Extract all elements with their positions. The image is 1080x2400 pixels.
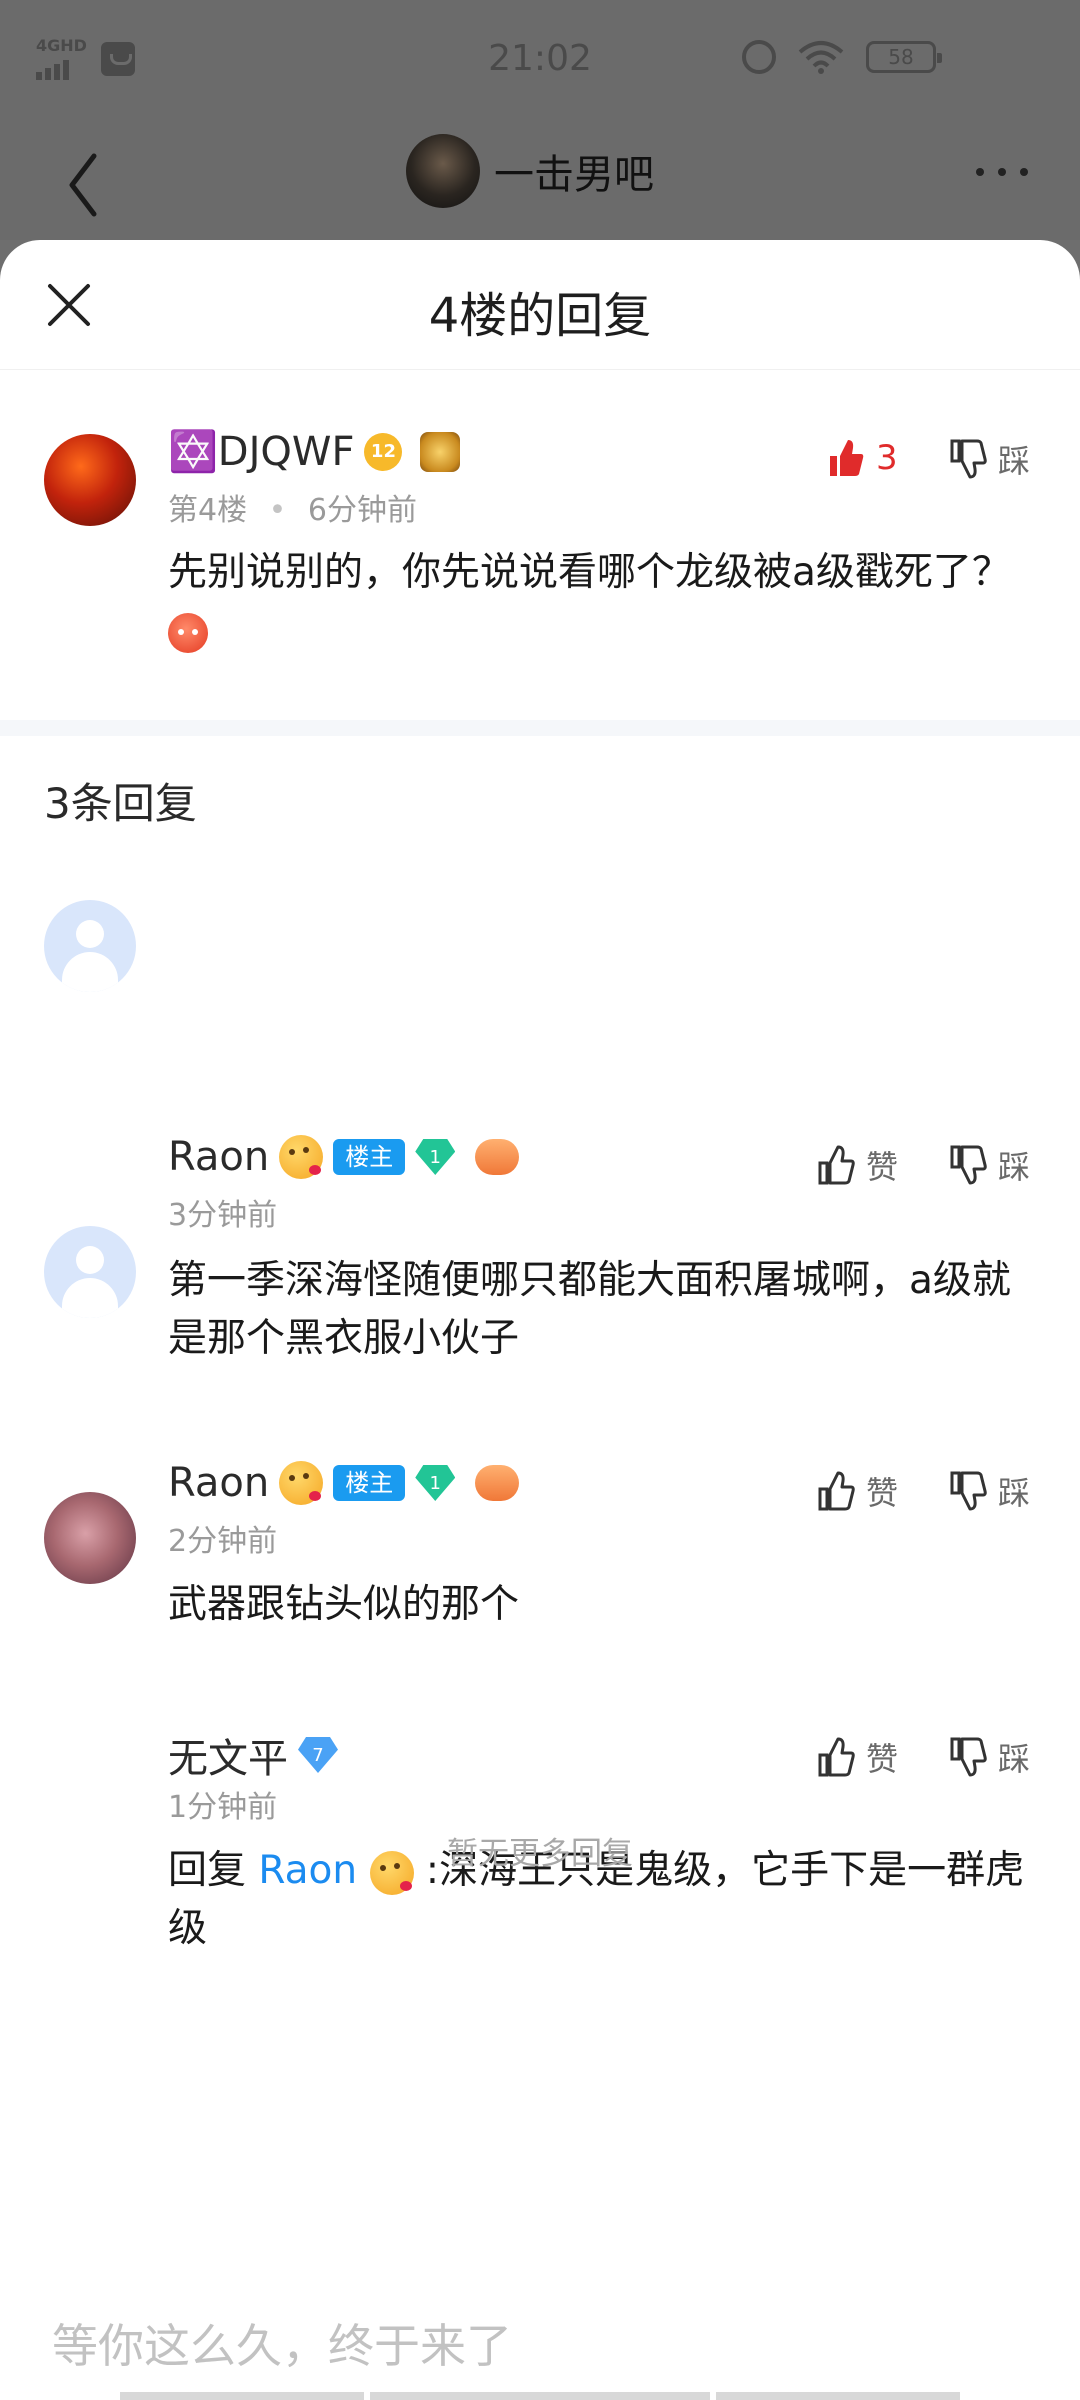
no-more-replies: 暂无更多回复 [447,1836,633,1872]
level-diamond-icon: 7 [298,1737,338,1773]
like-label: 赞 [866,1740,899,1778]
alarm-icon [742,40,776,74]
forum-name: 一击男吧 [494,152,654,198]
dislike-button[interactable]: 踩 [948,1468,1030,1514]
like-count: 3 [876,438,898,478]
username[interactable]: ✡️DJQWF [168,428,354,475]
username[interactable]: 无文平 [168,1726,288,1784]
avatar[interactable] [44,1492,136,1584]
avatar[interactable] [44,434,136,526]
keyboard-suggestion-bar [120,2392,960,2400]
post-text: 先别说别的，你先说说看哪个龙级被a级戳死了？ [168,544,1036,660]
username[interactable]: Raon [168,1134,269,1180]
thumbs-up-filled-icon [830,440,864,476]
post-body: 先别说别的，你先说说看哪个龙级被a级戳死了？ [168,550,1011,595]
reply-time: 1分钟前 [168,1790,278,1825]
reply-input[interactable]: 等你这么久，终于来了 [52,2310,512,2376]
reply-count: 3条回复 [44,779,197,828]
reply-text: 武器跟钻头似的那个 [168,1582,520,1627]
forum-header[interactable]: 一击男吧 [406,134,654,208]
host-badge: 楼主 [333,1465,406,1501]
dislike-button[interactable]: 踩 [948,436,1030,482]
dislike-label: 踩 [998,1740,1031,1778]
thumbs-down-icon [950,1737,987,1777]
thumbs-up-icon [818,1145,855,1185]
reply-text: 第一季深海怪随便哪只都能大面积屠城啊，a级就是那个黑衣服小伙子 [168,1258,1011,1361]
dislike-label: 踩 [998,1474,1031,1512]
level-diamond-icon: 1 [415,1139,456,1175]
level-diamond-icon: 1 [415,1465,456,1501]
reply-time: 2分钟前 [168,1524,278,1559]
thumbs-up-icon [818,1471,855,1511]
avatar[interactable] [44,900,136,992]
thumbs-up-icon [818,1737,855,1777]
angry-emoji-icon [168,612,208,653]
post-time: 6分钟前 [307,493,417,528]
like-label: 赞 [866,1148,899,1186]
reply-name-row: Raon 楼主 1 [168,1134,520,1180]
like-button[interactable]: 赞 [816,1734,898,1780]
avatar[interactable] [44,1226,136,1318]
dislike-label: 踩 [998,1148,1031,1186]
game-badge-icon [475,1139,520,1175]
section-divider [0,720,1080,736]
thumbs-down-icon [950,1471,987,1511]
forum-avatar [406,134,480,208]
level-badge: 12 [364,432,403,471]
floor-number: 第4楼 [168,493,248,528]
dislike-label: 踩 [998,442,1031,480]
post-meta: 第4楼 • 6分钟前 [168,493,417,528]
dislike-button[interactable]: 踩 [948,1734,1030,1780]
kiss-emoji-icon [279,1135,324,1179]
reply-name-row: Raon 楼主 1 [168,1460,520,1506]
medal-icon [420,431,461,472]
like-button[interactable]: 赞 [816,1142,898,1188]
sheet-header: 4楼的回复 [0,240,1080,370]
back-arrow-icon[interactable] [60,150,110,220]
kiss-emoji-icon [279,1461,324,1505]
game-badge-icon [475,1465,520,1501]
more-options-icon[interactable] [976,168,1028,176]
replies-sheet: 4楼的回复 ✡️DJQWF 12 第4楼 • 6分钟前 先别说别的，你先说说看哪… [0,240,1080,2400]
main-post-name-row: ✡️DJQWF 12 [168,428,461,475]
battery-indicator: 58 [866,41,942,73]
battery-level: 58 [888,45,914,69]
username[interactable]: Raon [168,1460,269,1506]
reply-time: 3分钟前 [168,1198,278,1233]
thumbs-down-icon [950,1145,987,1185]
thumbs-down-icon [950,439,987,479]
like-label: 赞 [866,1474,899,1512]
like-button[interactable]: 赞 [816,1468,898,1514]
reply-name-row: 无文平 7 [168,1726,338,1784]
wifi-icon [798,41,844,74]
status-bar: 4GHD 21:02 58 [0,0,1080,120]
dislike-button[interactable]: 踩 [948,1142,1030,1188]
like-button[interactable]: 3 [826,436,898,480]
sheet-title: 4楼的回复 [428,288,652,344]
host-badge: 楼主 [333,1139,406,1175]
